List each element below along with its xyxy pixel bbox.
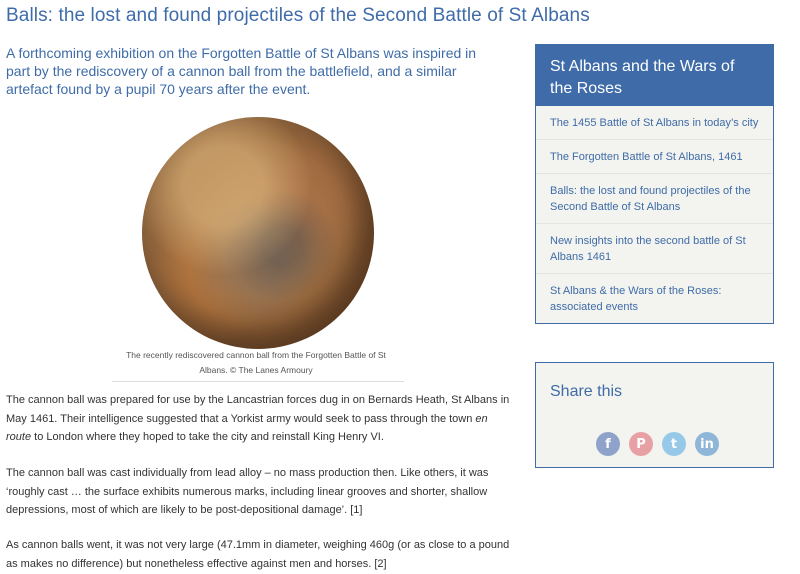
article-title: Balls: the lost and found projectiles of… xyxy=(6,5,590,26)
sidebar-link-1455-battle[interactable]: The 1455 Battle of St Albans in today’s … xyxy=(536,106,773,140)
facebook-icon[interactable]: f xyxy=(596,432,620,456)
caption-line-2: Albans. © The Lanes Armoury xyxy=(199,365,313,375)
related-articles-sidebar: St Albans and the Wars of the Roses The … xyxy=(535,44,774,324)
linkedin-icon[interactable]: in xyxy=(695,432,719,456)
sidebar-link-forgotten-battle[interactable]: The Forgotten Battle of St Albans, 1461 xyxy=(536,140,773,174)
twitter-icon[interactable]: t xyxy=(662,432,686,456)
cannon-ball-image xyxy=(142,117,374,349)
sidebar-link-list: The 1455 Battle of St Albans in today’s … xyxy=(536,106,773,323)
share-box: Share this f P t in xyxy=(535,362,774,468)
sidebar-heading: St Albans and the Wars of the Roses xyxy=(536,45,773,106)
sidebar-link-associated-events[interactable]: St Albans & the Wars of the Roses: assoc… xyxy=(536,274,773,323)
sidebar-link-balls-projectiles[interactable]: Balls: the lost and found projectiles of… xyxy=(536,174,773,224)
pinterest-icon[interactable]: P xyxy=(629,432,653,456)
share-title: Share this xyxy=(550,383,623,400)
caption-divider xyxy=(112,381,404,382)
share-icons: f P t in xyxy=(596,432,719,456)
paragraph-2: The cannon ball was cast individually fr… xyxy=(6,467,489,516)
paragraph-3: As cannon balls went, it was not very la… xyxy=(6,539,510,570)
sidebar-link-new-insights[interactable]: New insights into the second battle of S… xyxy=(536,224,773,274)
caption-line-1: The recently rediscovered cannon ball fr… xyxy=(126,350,386,360)
paragraph-1: The cannon ball was prepared for use by … xyxy=(6,394,510,443)
figure-caption: The recently rediscovered cannon ball fr… xyxy=(106,348,406,378)
article-lead: A forthcoming exhibition on the Forgotte… xyxy=(6,45,477,97)
